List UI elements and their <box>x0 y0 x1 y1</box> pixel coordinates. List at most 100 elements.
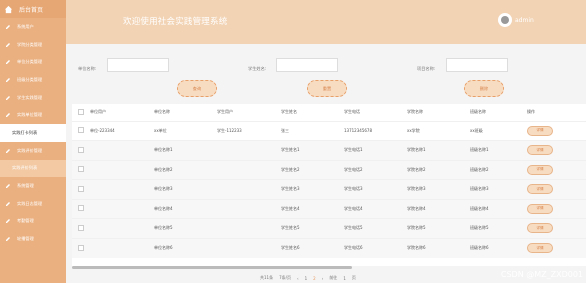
table-row[interactable]: 单位名称1 学生姓名1 学生电话1 学院名称1 班级名称1 详情 <box>72 140 586 161</box>
row-checkbox[interactable] <box>78 185 84 192</box>
pagination: 共11条 7条/页 ‹ 1 2 › 前往 1 页 <box>260 275 356 281</box>
column-header-2: 单位名称 <box>154 109 170 115</box>
sidebar-item-label: 学生实践管理 <box>17 94 43 100</box>
total-count: 共11条 <box>260 275 274 280</box>
detail-button[interactable]: 详情 <box>527 164 553 175</box>
table-cell: 学生电话1 <box>344 147 363 153</box>
reset-button[interactable]: 重置 <box>307 80 347 97</box>
table-cell: 学院名称6 <box>407 245 426 250</box>
table-cell: 班级名称1 <box>470 147 489 153</box>
table-row[interactable]: 单位名称6 学生姓名6 学生电话6 学院名称6 班级名称6 详情 <box>72 238 586 258</box>
sidebar-item-6[interactable]: 实践打卡列表 <box>0 124 66 142</box>
unit-name-input[interactable] <box>107 58 169 72</box>
student-name-input[interactable] <box>276 58 338 72</box>
home-icon <box>4 5 13 13</box>
detail-button[interactable]: 详情 <box>527 223 553 234</box>
sidebar-item-11[interactable]: 考勤管理 <box>0 213 66 231</box>
delete-button[interactable]: 删除 <box>464 80 504 97</box>
table-cell: xx学院 <box>407 127 420 133</box>
sidebar-item-label: 学院分类管理 <box>17 41 43 47</box>
detail-button[interactable]: 详情 <box>527 145 553 156</box>
edit-icon <box>6 113 10 118</box>
user-menu[interactable]: admin <box>498 13 534 27</box>
prev-page-icon[interactable]: ‹ <box>297 276 299 281</box>
sidebar-item-10[interactable]: 实践日志管理 <box>0 195 66 213</box>
table-cell <box>90 219 154 239</box>
avatar <box>498 13 512 27</box>
table-cell: 学生电话6 <box>344 245 363 250</box>
sidebar-menu: 系统用户学院分类管理 单位分类管理 班级分类管理 学生实践管理 实践单位管理实践打卡列表… <box>0 18 66 248</box>
column-header-5: 学生电话 <box>344 109 360 115</box>
row-checkbox[interactable] <box>78 166 84 173</box>
sidebar-item-1[interactable]: 学院分类管理 <box>0 36 66 54</box>
page-title: 欢迎使用社会实践管理系统 <box>123 17 228 27</box>
page-1[interactable]: 1 <box>305 276 308 281</box>
table-cell <box>90 238 154 258</box>
table-cell: xx单位 <box>154 127 167 133</box>
column-header-4: 学生姓名 <box>281 109 297 115</box>
sidebar-item-0[interactable]: 系统用户 <box>0 18 66 36</box>
project-name-input[interactable] <box>446 58 508 72</box>
sidebar-item-4[interactable]: 学生实践管理 <box>0 89 66 107</box>
row-checkbox[interactable] <box>78 205 84 212</box>
table-row[interactable]: 单位名称4 学生姓名4 学生电话4 学院名称4 班级名称4 详情 <box>72 199 586 219</box>
page-2[interactable]: 2 <box>313 276 316 281</box>
sidebar-item-12[interactable]: 轮播管理 <box>0 230 66 248</box>
column-header-3: 学生用户 <box>217 109 233 115</box>
detail-button[interactable]: 详情 <box>527 125 553 136</box>
sidebar-item-label: 实践评价管理 <box>17 147 43 153</box>
table-row[interactable]: 单位-223344 xx单位 学生-112233 张三 13712345678 xx学院 x… <box>72 121 586 141</box>
edit-icon <box>6 148 10 153</box>
table-row[interactable]: 单位名称5 学生姓名5 学生电话5 学院名称5 班级名称5 详情 <box>72 218 586 239</box>
table-cell: 学生姓名1 <box>281 147 300 153</box>
sidebar-item-7[interactable]: 实践评价管理 <box>0 142 66 160</box>
sidebar-item-label: 实践日志管理 <box>17 200 43 206</box>
table-cell: 学生姓名4 <box>281 205 300 211</box>
sidebar-item-label: 轮播管理 <box>17 236 34 242</box>
action-cell: 详情 <box>527 238 586 258</box>
watermark: CSDN @MZ_ZXD001 <box>500 270 583 279</box>
student-name-label: 学生姓名: <box>248 66 267 71</box>
detail-button[interactable]: 详情 <box>527 184 553 195</box>
edit-icon <box>6 201 10 206</box>
sidebar-item-label: 单位分类管理 <box>17 59 43 65</box>
brand-home[interactable]: 后台首页 <box>0 0 66 18</box>
horizontal-scrollbar[interactable] <box>72 266 352 269</box>
select-all-checkbox[interactable] <box>78 108 84 115</box>
table-cell: 单位-223344 <box>90 127 115 133</box>
data-table: 单位用户 单位名称 学生用户 学生姓名 学生电话 学院名称 班级名称 操作 单位-223344… <box>72 104 586 266</box>
table-cell: 学生姓名2 <box>281 166 300 172</box>
username: admin <box>515 16 534 24</box>
row-checkbox[interactable] <box>78 146 84 153</box>
row-checkbox[interactable] <box>78 244 84 251</box>
column-header-8: 操作 <box>527 109 535 115</box>
table-row[interactable]: 单位名称2 学生姓名2 学生电话2 学院名称2 班级名称2 详情 <box>72 160 586 180</box>
table-cell: 学生电话2 <box>344 166 363 172</box>
detail-button[interactable]: 详情 <box>527 203 553 214</box>
table-cell: 学院名称3 <box>407 186 426 192</box>
sidebar-item-8[interactable]: 实践评价列表 <box>0 159 66 178</box>
row-checkbox[interactable] <box>78 224 84 231</box>
table-row[interactable]: 单位名称3 学生姓名3 学生电话3 学院名称3 班级名称3 详情 <box>72 179 586 199</box>
column-header-0[interactable] <box>72 104 90 121</box>
next-page-icon[interactable]: › <box>322 276 324 281</box>
page-size-select[interactable]: 7条/页 <box>279 275 291 281</box>
goto-input[interactable]: 1 <box>343 276 346 281</box>
row-checkbox-cell <box>72 141 90 161</box>
goto-label: 前往 <box>329 275 338 280</box>
action-cell: 详情 <box>527 121 586 141</box>
sidebar-item-3[interactable]: 班级分类管理 <box>0 71 66 89</box>
sidebar-item-5[interactable]: 实践单位管理 <box>0 106 66 124</box>
search-button[interactable]: 查询 <box>177 80 217 97</box>
sidebar-item-9[interactable]: 系统管理 <box>0 177 66 195</box>
action-cell: 详情 <box>527 199 586 219</box>
sidebar-item-2[interactable]: 单位分类管理 <box>0 53 66 71</box>
sidebar-item-label: 班级分类管理 <box>17 76 43 82</box>
table-cell: 学生电话4 <box>344 205 363 211</box>
table-cell <box>217 199 281 219</box>
sidebar-item-label: 系统用户 <box>17 23 34 29</box>
detail-button[interactable]: 详情 <box>527 243 553 253</box>
sidebar-item-label: 实践单位管理 <box>17 112 43 118</box>
sidebar-item-label: 考勤管理 <box>17 218 34 224</box>
row-checkbox[interactable] <box>78 127 84 134</box>
